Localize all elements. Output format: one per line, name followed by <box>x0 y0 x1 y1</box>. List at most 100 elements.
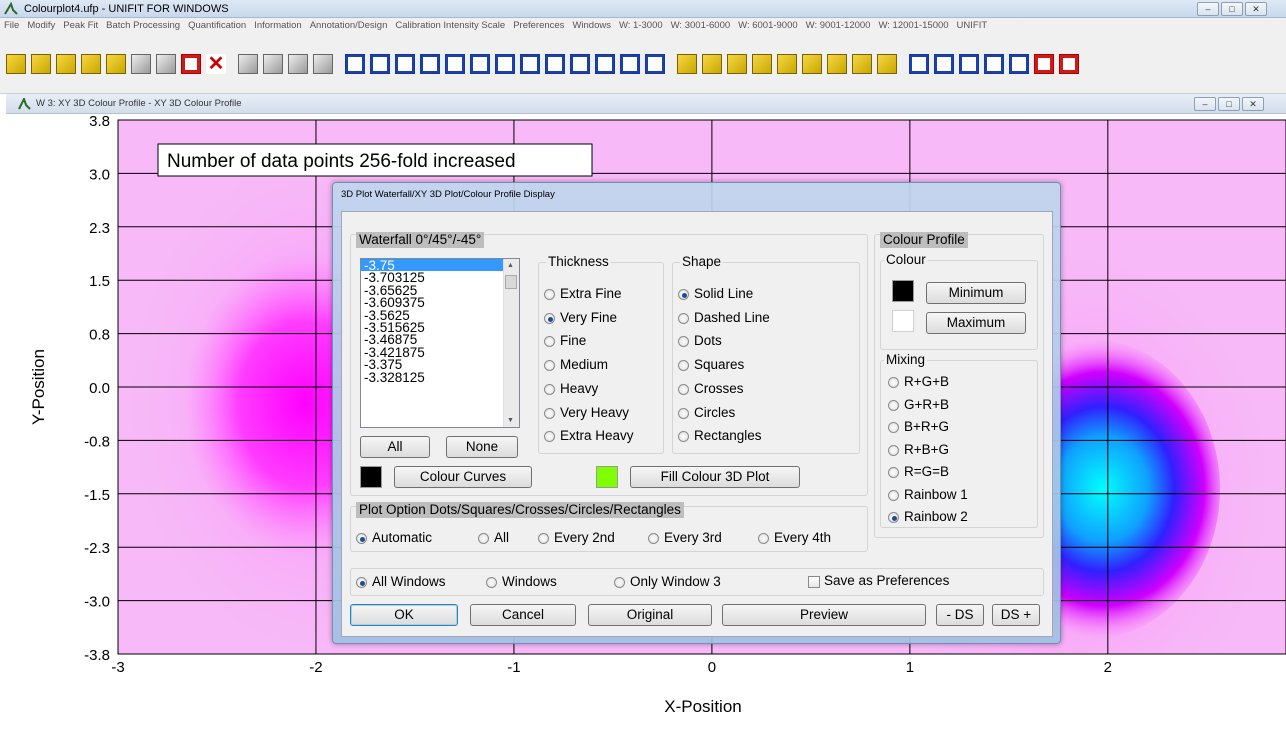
plot-icon[interactable] <box>370 54 390 74</box>
ds-minus-button[interactable]: - DS <box>936 604 984 626</box>
thickness-medium-radio[interactable]: Medium <box>544 357 608 373</box>
plot-icon[interactable] <box>545 54 565 74</box>
chart-icon[interactable] <box>802 54 822 74</box>
mixing-brg-radio[interactable]: B+R+G <box>888 419 949 435</box>
menu-preferences[interactable]: Preferences <box>509 18 568 34</box>
plot-icon[interactable] <box>495 54 515 74</box>
menu-peak-fit[interactable]: Peak Fit <box>59 18 102 34</box>
list-item[interactable]: -3.328125 <box>361 370 519 384</box>
shape-squares-radio[interactable]: Squares <box>678 357 744 373</box>
close-button[interactable]: ✕ <box>1245 2 1267 16</box>
chart-icon[interactable] <box>827 54 847 74</box>
chart-icon[interactable] <box>645 54 665 74</box>
shape-solid-line-radio[interactable]: Solid Line <box>678 286 753 302</box>
list-item[interactable]: -3.609375 <box>361 296 519 310</box>
plot-option-all-radio[interactable]: All <box>478 530 509 546</box>
shape-circles-radio[interactable]: Circles <box>678 405 735 421</box>
child-close-button[interactable]: ✕ <box>1242 97 1264 111</box>
mixing-rbg-radio[interactable]: R+B+G <box>888 442 949 458</box>
page-icon[interactable] <box>263 54 283 74</box>
mixing-rainbow-1-radio[interactable]: Rainbow 1 <box>888 487 968 503</box>
select-all-button[interactable]: All <box>360 436 430 458</box>
page-icon[interactable] <box>288 54 308 74</box>
thickness-extra-heavy-radio[interactable]: Extra Heavy <box>544 428 634 444</box>
plot-option-every-3rd-radio[interactable]: Every 3rd <box>648 530 722 546</box>
list-item[interactable]: -3.46875 <box>361 333 519 347</box>
close-window-icon[interactable]: ✕ <box>206 54 226 74</box>
maximum-button[interactable]: Maximum <box>926 312 1026 334</box>
mixing-rgb-radio[interactable]: R+G+B <box>888 374 949 390</box>
mixing-grey-radio[interactable]: R=G=B <box>888 464 949 480</box>
grid-icon[interactable] <box>313 54 333 74</box>
list-scrollbar[interactable]: ▲ ▼ <box>503 259 519 427</box>
plot-icon[interactable] <box>420 54 440 74</box>
peak-icon[interactable] <box>156 54 176 74</box>
open-file-icon[interactable] <box>6 54 26 74</box>
plot-icon[interactable] <box>595 54 615 74</box>
plot-icon[interactable] <box>570 54 590 74</box>
menu-windows[interactable]: Windows <box>568 18 615 34</box>
scroll-thumb[interactable] <box>505 275 517 289</box>
waterfall-value-list[interactable]: -3.75 -3.703125 -3.65625 -3.609375 -3.56… <box>360 258 520 428</box>
chart-icon[interactable] <box>852 54 872 74</box>
import-icon[interactable] <box>81 54 101 74</box>
ds-plus-button[interactable]: DS + <box>992 604 1040 626</box>
thickness-very-heavy-radio[interactable]: Very Heavy <box>544 405 629 421</box>
menu-w-1-3000[interactable]: W: 1-3000 <box>615 18 667 34</box>
thickness-fine-radio[interactable]: Fine <box>544 333 586 349</box>
menu-annotation-design[interactable]: Annotation/Design <box>306 18 392 34</box>
fill-colour-swatch[interactable] <box>596 466 618 488</box>
all-windows-radio[interactable]: All Windows <box>356 574 446 590</box>
plot-icon[interactable] <box>470 54 490 74</box>
chart-icon[interactable] <box>752 54 772 74</box>
cancel-button[interactable]: Cancel <box>470 604 576 626</box>
thickness-heavy-radio[interactable]: Heavy <box>544 381 598 397</box>
child-minimize-button[interactable]: – <box>1194 97 1216 111</box>
minimum-button[interactable]: Minimum <box>926 282 1026 304</box>
plot-option-automatic-radio[interactable]: Automatic <box>356 530 432 546</box>
open-folder-icon[interactable] <box>31 54 51 74</box>
select-none-button[interactable]: None <box>446 436 518 458</box>
list-item[interactable]: -3.703125 <box>361 271 519 285</box>
plot-icon[interactable] <box>520 54 540 74</box>
scroll-up-icon[interactable]: ▲ <box>507 262 514 269</box>
tile-icon[interactable] <box>1059 54 1079 74</box>
child-maximize-button[interactable]: □ <box>1218 97 1240 111</box>
shape-dashed-line-radio[interactable]: Dashed Line <box>678 310 770 326</box>
minimize-button[interactable]: – <box>1197 2 1219 16</box>
only-window-radio[interactable]: Only Window 3 <box>614 574 721 590</box>
menu-batch-processing[interactable]: Batch Processing <box>102 18 184 34</box>
plot-icon[interactable] <box>445 54 465 74</box>
layout-icon[interactable] <box>909 54 929 74</box>
menu-quantification[interactable]: Quantification <box>184 18 250 34</box>
curve-colour-swatch[interactable] <box>360 466 382 488</box>
minimum-colour-swatch[interactable] <box>892 280 914 302</box>
menu-modify[interactable]: Modify <box>23 18 59 34</box>
mixing-rainbow-2-radio[interactable]: Rainbow 2 <box>888 509 968 525</box>
menu-information[interactable]: Information <box>250 18 306 34</box>
save-as-preferences-checkbox[interactable] <box>808 576 820 588</box>
plot-icon[interactable] <box>345 54 365 74</box>
fill-colour-3d-plot-button[interactable]: Fill Colour 3D Plot <box>630 466 800 488</box>
maximize-button[interactable]: □ <box>1221 2 1243 16</box>
plot-option-every-4th-radio[interactable]: Every 4th <box>758 530 831 546</box>
chart-icon[interactable] <box>677 54 697 74</box>
plot-icon[interactable] <box>395 54 415 74</box>
layout-icon[interactable] <box>877 54 897 74</box>
shape-rectangles-radio[interactable]: Rectangles <box>678 428 762 444</box>
preview-button[interactable]: Preview <box>722 604 926 626</box>
menu-unifit[interactable]: UNIFIT <box>953 18 992 34</box>
colour-curves-button[interactable]: Colour Curves <box>394 466 532 488</box>
tile-icon[interactable] <box>1009 54 1029 74</box>
list-item[interactable]: -3.375 <box>361 358 519 372</box>
save-icon[interactable] <box>56 54 76 74</box>
chart-icon[interactable] <box>702 54 722 74</box>
thickness-extra-fine-radio[interactable]: Extra Fine <box>544 286 622 302</box>
tile-icon[interactable] <box>984 54 1004 74</box>
chart-icon[interactable] <box>777 54 797 74</box>
thickness-very-fine-radio[interactable]: Very Fine <box>544 310 617 326</box>
menu-file[interactable]: File <box>0 18 23 34</box>
menu-w-9001-12000[interactable]: W: 9001-12000 <box>802 18 875 34</box>
ok-button[interactable]: OK <box>350 604 458 626</box>
menu-calibration[interactable]: Calibration Intensity Scale <box>391 18 509 34</box>
